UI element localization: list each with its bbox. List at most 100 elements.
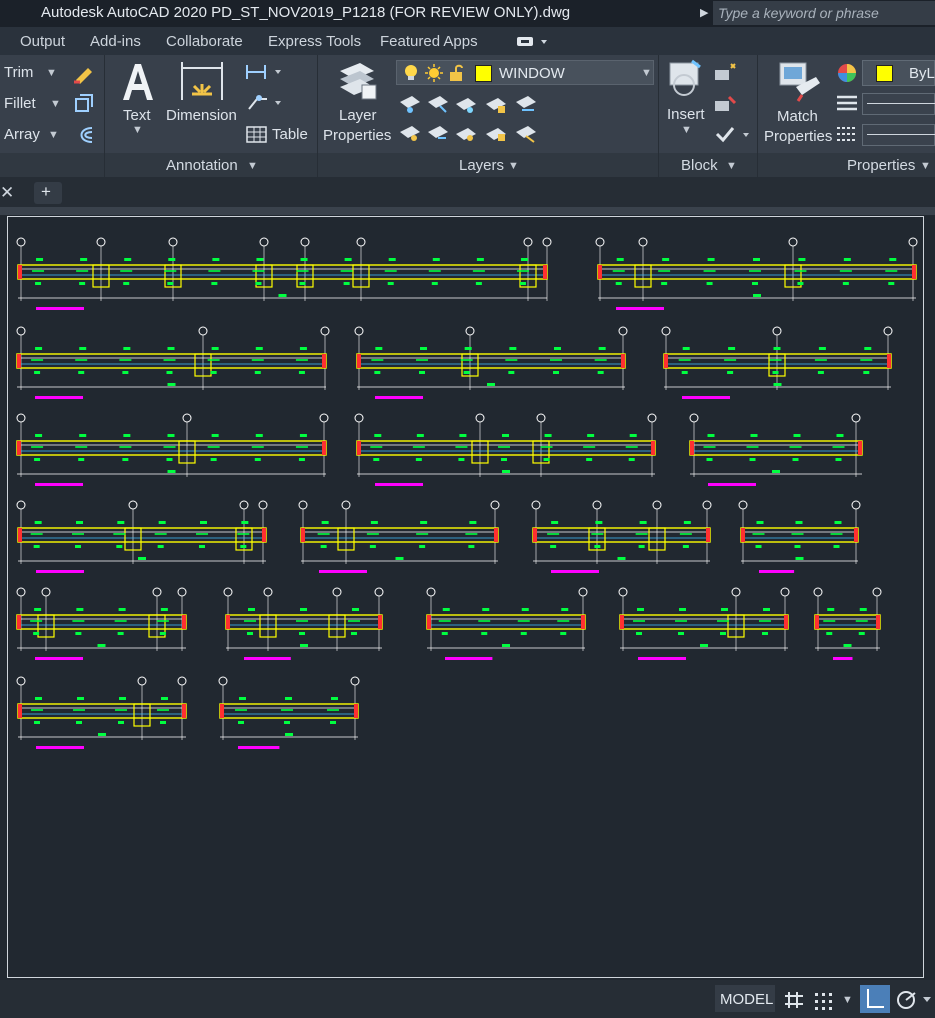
beam-elevation bbox=[689, 413, 863, 486]
beam-elevation bbox=[618, 587, 790, 660]
rebar-label-bottom bbox=[122, 371, 129, 374]
rebar-label-bottom bbox=[458, 458, 465, 461]
rebar-label-mid bbox=[438, 620, 451, 622]
rebar-label-bottom bbox=[78, 458, 85, 461]
dimension-text bbox=[167, 470, 176, 473]
rebar-label-bottom bbox=[638, 545, 645, 548]
beam-title-label bbox=[35, 483, 83, 486]
end-section bbox=[18, 265, 22, 279]
ortho-button[interactable] bbox=[860, 985, 890, 1013]
rebar-label-top bbox=[123, 347, 131, 350]
model-space-button[interactable]: MODEL bbox=[715, 985, 775, 1012]
rebar-label-top bbox=[773, 347, 781, 350]
rebar-label-mid bbox=[281, 709, 293, 711]
rebar-label-bottom bbox=[419, 371, 425, 374]
end-section bbox=[18, 704, 22, 718]
rebar-label-top bbox=[509, 347, 517, 350]
end-section bbox=[741, 528, 745, 542]
grid-bubble bbox=[772, 326, 782, 336]
rebar-label-bottom bbox=[553, 371, 559, 374]
rebar-label-top bbox=[521, 608, 529, 611]
end-section bbox=[182, 615, 186, 629]
snap-icon[interactable] bbox=[812, 990, 834, 1010]
rebar-label-top bbox=[554, 347, 561, 350]
end-section bbox=[357, 441, 361, 455]
rebar-label-mid bbox=[416, 359, 428, 361]
rebar-label-mid bbox=[855, 620, 868, 622]
dimension-text bbox=[278, 294, 287, 297]
grid-bubble bbox=[182, 413, 192, 423]
model-label: MODEL bbox=[720, 991, 774, 1008]
grid-bubble bbox=[354, 326, 364, 336]
grid-bubble bbox=[259, 237, 269, 247]
rebar-label-mid bbox=[30, 620, 43, 622]
rebar-label-bottom bbox=[817, 371, 824, 374]
grid-bubble bbox=[592, 500, 602, 510]
grid-bubble bbox=[168, 237, 178, 247]
polar-tracking-icon[interactable] bbox=[895, 989, 935, 1011]
rebar-label-bottom bbox=[117, 632, 124, 635]
rebar-label-mid bbox=[72, 533, 84, 535]
rebar-label-mid bbox=[769, 359, 782, 361]
rebar-label-mid bbox=[516, 270, 529, 272]
rebar-label-mid bbox=[724, 359, 737, 361]
rebar-label-mid bbox=[208, 270, 221, 272]
rebar-label-top bbox=[76, 608, 84, 611]
beam-elevation bbox=[738, 500, 861, 573]
rebar-label-bottom bbox=[628, 458, 635, 461]
rebar-label-mid bbox=[384, 270, 397, 272]
rebar-label-top bbox=[167, 347, 175, 350]
rebar-label-mid bbox=[244, 620, 256, 622]
rebar-label-top bbox=[299, 434, 307, 437]
rebar-label-top bbox=[551, 521, 559, 524]
rebar-label-mid bbox=[412, 446, 425, 448]
grid-bubble bbox=[16, 326, 26, 336]
drawing-canvas[interactable] bbox=[7, 216, 924, 978]
rebar-label-top bbox=[34, 521, 42, 524]
grid-bubble bbox=[490, 500, 500, 510]
rebar-label-mid bbox=[759, 620, 771, 622]
rebar-label-bottom bbox=[543, 458, 550, 461]
grid-bubble bbox=[223, 587, 233, 597]
grid-bubble bbox=[350, 676, 360, 686]
end-section bbox=[620, 615, 624, 629]
grid-bubble bbox=[475, 413, 485, 423]
beam-title-label bbox=[682, 396, 730, 399]
rebar-label-mid bbox=[465, 533, 478, 535]
rebar-label-top bbox=[160, 608, 168, 611]
rebar-label-top bbox=[587, 434, 595, 437]
grid-bubble bbox=[883, 326, 893, 336]
rebar-label-mid bbox=[296, 620, 308, 622]
grid-icon[interactable] bbox=[783, 990, 805, 1010]
rebar-label-bottom bbox=[681, 371, 688, 374]
rebar-label-top bbox=[239, 697, 246, 700]
rebar-label-top bbox=[750, 434, 758, 437]
grid-bubble bbox=[320, 326, 330, 336]
rebar-label-mid bbox=[235, 709, 247, 711]
rebar-label-mid bbox=[296, 270, 309, 272]
beam-elevation bbox=[595, 237, 918, 310]
grid-bubble bbox=[177, 676, 187, 686]
rebar-label-mid bbox=[251, 359, 264, 361]
rebar-label-mid bbox=[860, 359, 873, 361]
rebar-label-bottom bbox=[254, 458, 261, 461]
rebar-label-bottom bbox=[34, 458, 41, 461]
rebar-label-bottom bbox=[199, 545, 205, 548]
rebar-label-bottom bbox=[210, 458, 217, 461]
rebar-label-bottom bbox=[636, 632, 642, 635]
dimension-text bbox=[617, 557, 626, 560]
rebar-label-top bbox=[285, 697, 292, 700]
rebar-label-mid bbox=[30, 533, 43, 535]
beam-title-label bbox=[551, 570, 599, 573]
rebar-label-mid bbox=[340, 270, 353, 272]
snap-dropdown-icon[interactable]: ▼ bbox=[842, 994, 853, 1006]
beam-title-label bbox=[36, 307, 84, 310]
beam-title-label bbox=[375, 483, 423, 486]
rebar-label-bottom bbox=[351, 632, 357, 635]
properties-panel-dropdown-icon[interactable]: ▼ bbox=[920, 160, 931, 172]
beam-elevation bbox=[223, 587, 384, 660]
rebar-label-top bbox=[344, 258, 352, 261]
rebar-label-bottom bbox=[835, 458, 842, 461]
rebar-label-bottom bbox=[343, 282, 350, 285]
grid-bubble bbox=[465, 326, 475, 336]
